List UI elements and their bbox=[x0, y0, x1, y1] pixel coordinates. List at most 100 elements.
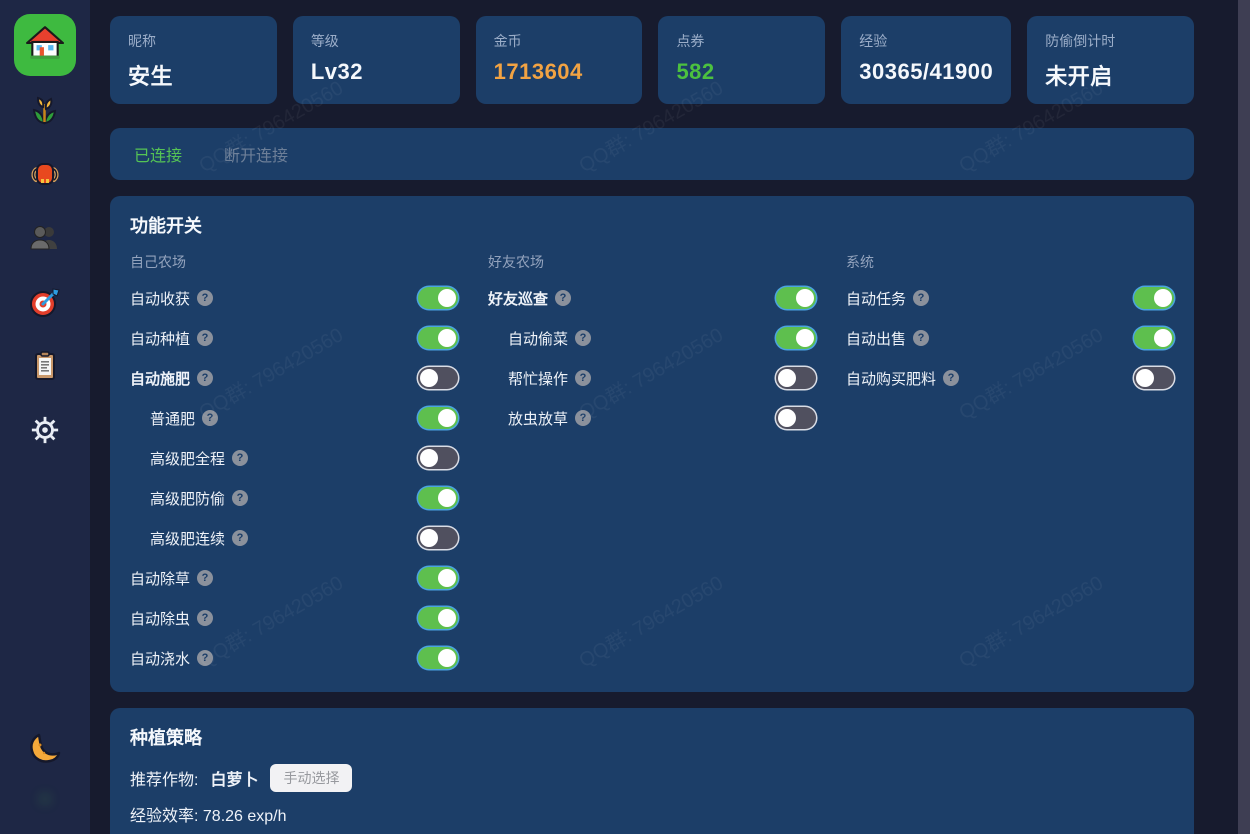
sidebar-item-theme[interactable] bbox=[28, 734, 62, 768]
stat-value: 1713604 bbox=[494, 59, 625, 85]
stat-label: 经验 bbox=[859, 31, 993, 51]
stat-card: 金币 1713604 bbox=[476, 16, 643, 104]
sidebar-item-status bbox=[28, 782, 62, 816]
people-icon bbox=[29, 222, 61, 259]
help-icon[interactable]: ? bbox=[197, 610, 213, 626]
sidebar bbox=[0, 0, 90, 834]
switch-label: 自动偷菜 bbox=[508, 328, 568, 349]
switch-row: 自动种植? bbox=[130, 318, 458, 358]
sidebar-item-home-active[interactable] bbox=[14, 14, 76, 76]
column-header: 自己农场 bbox=[130, 252, 458, 272]
switch-row: 自动施肥? bbox=[130, 358, 458, 398]
moon-icon bbox=[27, 731, 63, 772]
switch-row: 自动浇水? bbox=[130, 638, 458, 678]
sidebar-bottom bbox=[28, 734, 62, 816]
recommended-crop-value: 白萝卜 bbox=[210, 766, 258, 790]
toggle-自动种植[interactable] bbox=[418, 327, 458, 349]
toggle-普通肥[interactable] bbox=[418, 407, 458, 429]
toggle-自动收获[interactable] bbox=[418, 287, 458, 309]
connection-status: 已连接 bbox=[134, 142, 182, 166]
toggle-自动施肥[interactable] bbox=[418, 367, 458, 389]
stat-value: 582 bbox=[676, 59, 807, 85]
stat-value: Lv32 bbox=[311, 59, 442, 85]
switch-column: 系统自动任务?自动出售?自动购买肥料? bbox=[846, 252, 1174, 398]
sidebar-item-bag[interactable] bbox=[28, 159, 62, 193]
toggle-放虫放草[interactable] bbox=[776, 407, 816, 429]
switch-label: 自动任务 bbox=[846, 288, 906, 309]
scrollbar[interactable] bbox=[1238, 0, 1250, 834]
switch-label: 自动除草 bbox=[130, 568, 190, 589]
toggle-自动购买肥料[interactable] bbox=[1134, 367, 1174, 389]
disconnect-button[interactable]: 断开连接 bbox=[224, 142, 288, 166]
sidebar-item-logs[interactable] bbox=[28, 351, 62, 385]
help-icon[interactable]: ? bbox=[575, 410, 591, 426]
toggle-自动任务[interactable] bbox=[1134, 287, 1174, 309]
switch-row: 自动任务? bbox=[846, 278, 1174, 318]
exp-efficiency: 经验效率: 78.26 exp/h bbox=[130, 802, 1174, 826]
sidebar-item-settings[interactable] bbox=[28, 415, 62, 449]
switch-row: 好友巡查? bbox=[488, 278, 816, 318]
target-icon bbox=[29, 286, 61, 323]
sidebar-item-goals[interactable] bbox=[28, 287, 62, 321]
help-icon[interactable]: ? bbox=[232, 490, 248, 506]
switch-row: 自动出售? bbox=[846, 318, 1174, 358]
help-icon[interactable]: ? bbox=[202, 410, 218, 426]
switch-label: 自动收获 bbox=[130, 288, 190, 309]
switch-row: 高级肥连续? bbox=[130, 518, 458, 558]
toggle-好友巡查[interactable] bbox=[776, 287, 816, 309]
stat-card: 经验 30365/41900 bbox=[841, 16, 1011, 104]
help-icon[interactable]: ? bbox=[575, 370, 591, 386]
switch-row: 自动偷菜? bbox=[488, 318, 816, 358]
toggle-自动除草[interactable] bbox=[418, 567, 458, 589]
switch-label: 自动出售 bbox=[846, 328, 906, 349]
switch-row: 自动购买肥料? bbox=[846, 358, 1174, 398]
switch-row: 自动收获? bbox=[130, 278, 458, 318]
stat-label: 昵称 bbox=[128, 31, 259, 51]
help-icon[interactable]: ? bbox=[913, 330, 929, 346]
sidebar-item-friends[interactable] bbox=[28, 223, 62, 257]
switch-column: 好友农场好友巡查?自动偷菜?帮忙操作?放虫放草? bbox=[488, 252, 816, 438]
strategy-panel-title: 种植策略 bbox=[130, 724, 1174, 750]
help-icon[interactable]: ? bbox=[197, 370, 213, 386]
toggle-自动出售[interactable] bbox=[1134, 327, 1174, 349]
toggle-自动偷菜[interactable] bbox=[776, 327, 816, 349]
stat-value: 30365/41900 bbox=[859, 59, 993, 85]
switch-label: 自动除虫 bbox=[130, 608, 190, 629]
help-icon[interactable]: ? bbox=[913, 290, 929, 306]
switch-label: 帮忙操作 bbox=[508, 368, 568, 389]
help-icon[interactable]: ? bbox=[197, 650, 213, 666]
toggle-自动除虫[interactable] bbox=[418, 607, 458, 629]
sidebar-item-farm[interactable] bbox=[28, 95, 62, 129]
clipboard-icon bbox=[29, 350, 61, 387]
column-header: 好友农场 bbox=[488, 252, 816, 272]
stat-card: 点券 582 bbox=[658, 16, 825, 104]
connection-bar: 已连接 断开连接 bbox=[110, 128, 1194, 180]
stat-card: 等级 Lv32 bbox=[293, 16, 460, 104]
help-icon[interactable]: ? bbox=[197, 570, 213, 586]
toggle-自动浇水[interactable] bbox=[418, 647, 458, 669]
switch-label: 自动购买肥料 bbox=[846, 368, 936, 389]
stat-label: 金币 bbox=[494, 31, 625, 51]
help-icon[interactable]: ? bbox=[232, 530, 248, 546]
switch-label: 高级肥连续 bbox=[150, 528, 225, 549]
switch-row: 放虫放草? bbox=[488, 398, 816, 438]
toggle-高级肥防偷[interactable] bbox=[418, 487, 458, 509]
toggle-高级肥全程[interactable] bbox=[418, 447, 458, 469]
switch-row: 高级肥防偷? bbox=[130, 478, 458, 518]
switch-row: 高级肥全程? bbox=[130, 438, 458, 478]
help-icon[interactable]: ? bbox=[575, 330, 591, 346]
toggle-帮忙操作[interactable] bbox=[776, 367, 816, 389]
stat-label: 点券 bbox=[676, 31, 807, 51]
stat-label: 等级 bbox=[311, 31, 442, 51]
stat-label: 防偷倒计时 bbox=[1045, 31, 1176, 51]
manual-select-button[interactable]: 手动选择 bbox=[270, 764, 352, 792]
toggle-高级肥连续[interactable] bbox=[418, 527, 458, 549]
help-icon[interactable]: ? bbox=[555, 290, 571, 306]
switch-label: 自动施肥 bbox=[130, 368, 190, 389]
help-icon[interactable]: ? bbox=[232, 450, 248, 466]
switch-label: 高级肥全程 bbox=[150, 448, 225, 469]
switch-label: 自动种植 bbox=[130, 328, 190, 349]
help-icon[interactable]: ? bbox=[197, 290, 213, 306]
help-icon[interactable]: ? bbox=[197, 330, 213, 346]
help-icon[interactable]: ? bbox=[943, 370, 959, 386]
